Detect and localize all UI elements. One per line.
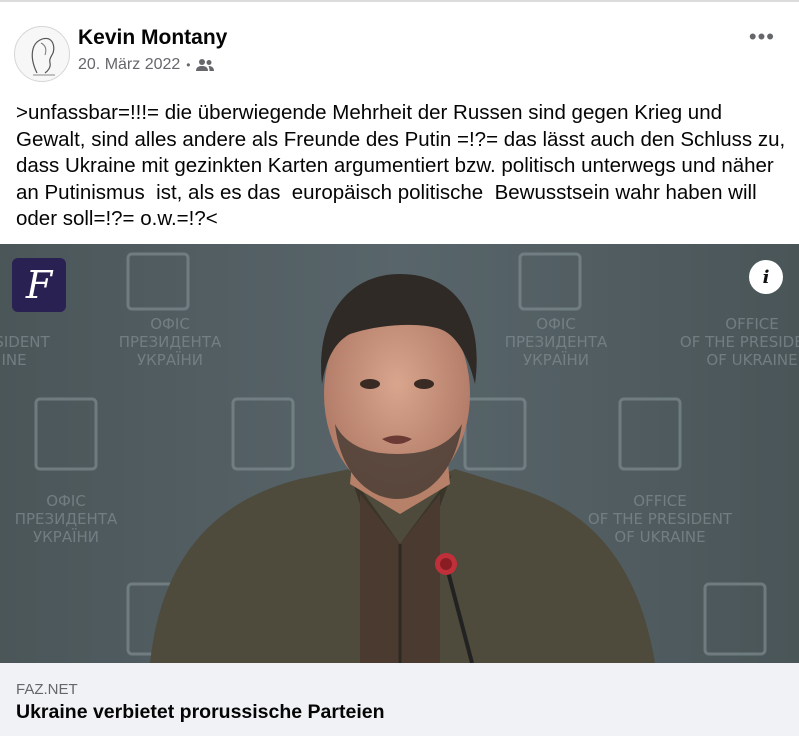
- backdrop-text-en5: OF THE PRESIDENT: [588, 510, 733, 528]
- more-options-icon[interactable]: •••: [749, 24, 775, 50]
- backdrop-text-ua8: ПРЕЗИДЕНТА: [15, 510, 118, 528]
- avatar-sketch-icon: [31, 37, 55, 76]
- backdrop-text-en1: OFFICE: [725, 315, 778, 333]
- backdrop-text-ua9: УКРАЇНИ: [33, 527, 99, 546]
- backdrop-text-partial2: INE: [1, 351, 26, 369]
- link-preview-image[interactable]: ОФІС ПРЕЗИДЕНТА УКРАЇНИ ОФІС ПРЕЗИДЕНТА …: [0, 244, 799, 663]
- press-conference-photo: ОФІС ПРЕЗИДЕНТА УКРАЇНИ ОФІС ПРЕЗИДЕНТА …: [0, 244, 799, 663]
- backdrop-text-en3: OF UKRAINE: [706, 351, 797, 369]
- author-name[interactable]: Kevin Montany: [78, 26, 227, 50]
- link-title[interactable]: Ukraine verbietet prorussische Parteien: [16, 701, 385, 724]
- backdrop-text-ua4: ОФІС: [536, 315, 576, 333]
- post-header: Kevin Montany 20. März 2022 • •••: [14, 22, 785, 86]
- backdrop-text-ua1: ОФІС: [150, 315, 190, 333]
- info-icon[interactable]: i: [749, 260, 783, 294]
- backdrop-text-ua2: ПРЕЗИДЕНТА: [119, 333, 222, 351]
- post-date[interactable]: 20. März 2022: [78, 56, 180, 74]
- publisher-logo: F: [12, 258, 66, 312]
- backdrop-text-en2: OF THE PRESIDENT: [680, 333, 799, 351]
- publisher-logo-letter: F: [25, 263, 53, 307]
- meta-separator: •: [186, 58, 191, 72]
- backdrop-text-ua6: УКРАЇНИ: [523, 350, 589, 369]
- link-preview-card[interactable]: FAZ.NET Ukraine verbietet prorussische P…: [0, 663, 799, 736]
- backdrop-text-en6: OF UKRAINE: [614, 528, 705, 546]
- backdrop-text-ua3: УКРАЇНИ: [137, 350, 203, 369]
- author-avatar[interactable]: [14, 26, 70, 82]
- friends-icon[interactable]: [196, 58, 215, 72]
- top-divider: [0, 0, 799, 2]
- backdrop-text-ua7: ОФІС: [46, 492, 86, 510]
- backdrop-text-ua5: ПРЕЗИДЕНТА: [505, 333, 608, 351]
- post-text: >unfassbar=!!!= die überwiegende Mehrhei…: [16, 101, 791, 230]
- post-meta: 20. März 2022 •: [78, 56, 215, 74]
- link-domain: FAZ.NET: [16, 681, 78, 698]
- backdrop-text-en4: OFFICE: [633, 492, 686, 510]
- backdrop-text-partial1: SIDENT: [0, 333, 51, 351]
